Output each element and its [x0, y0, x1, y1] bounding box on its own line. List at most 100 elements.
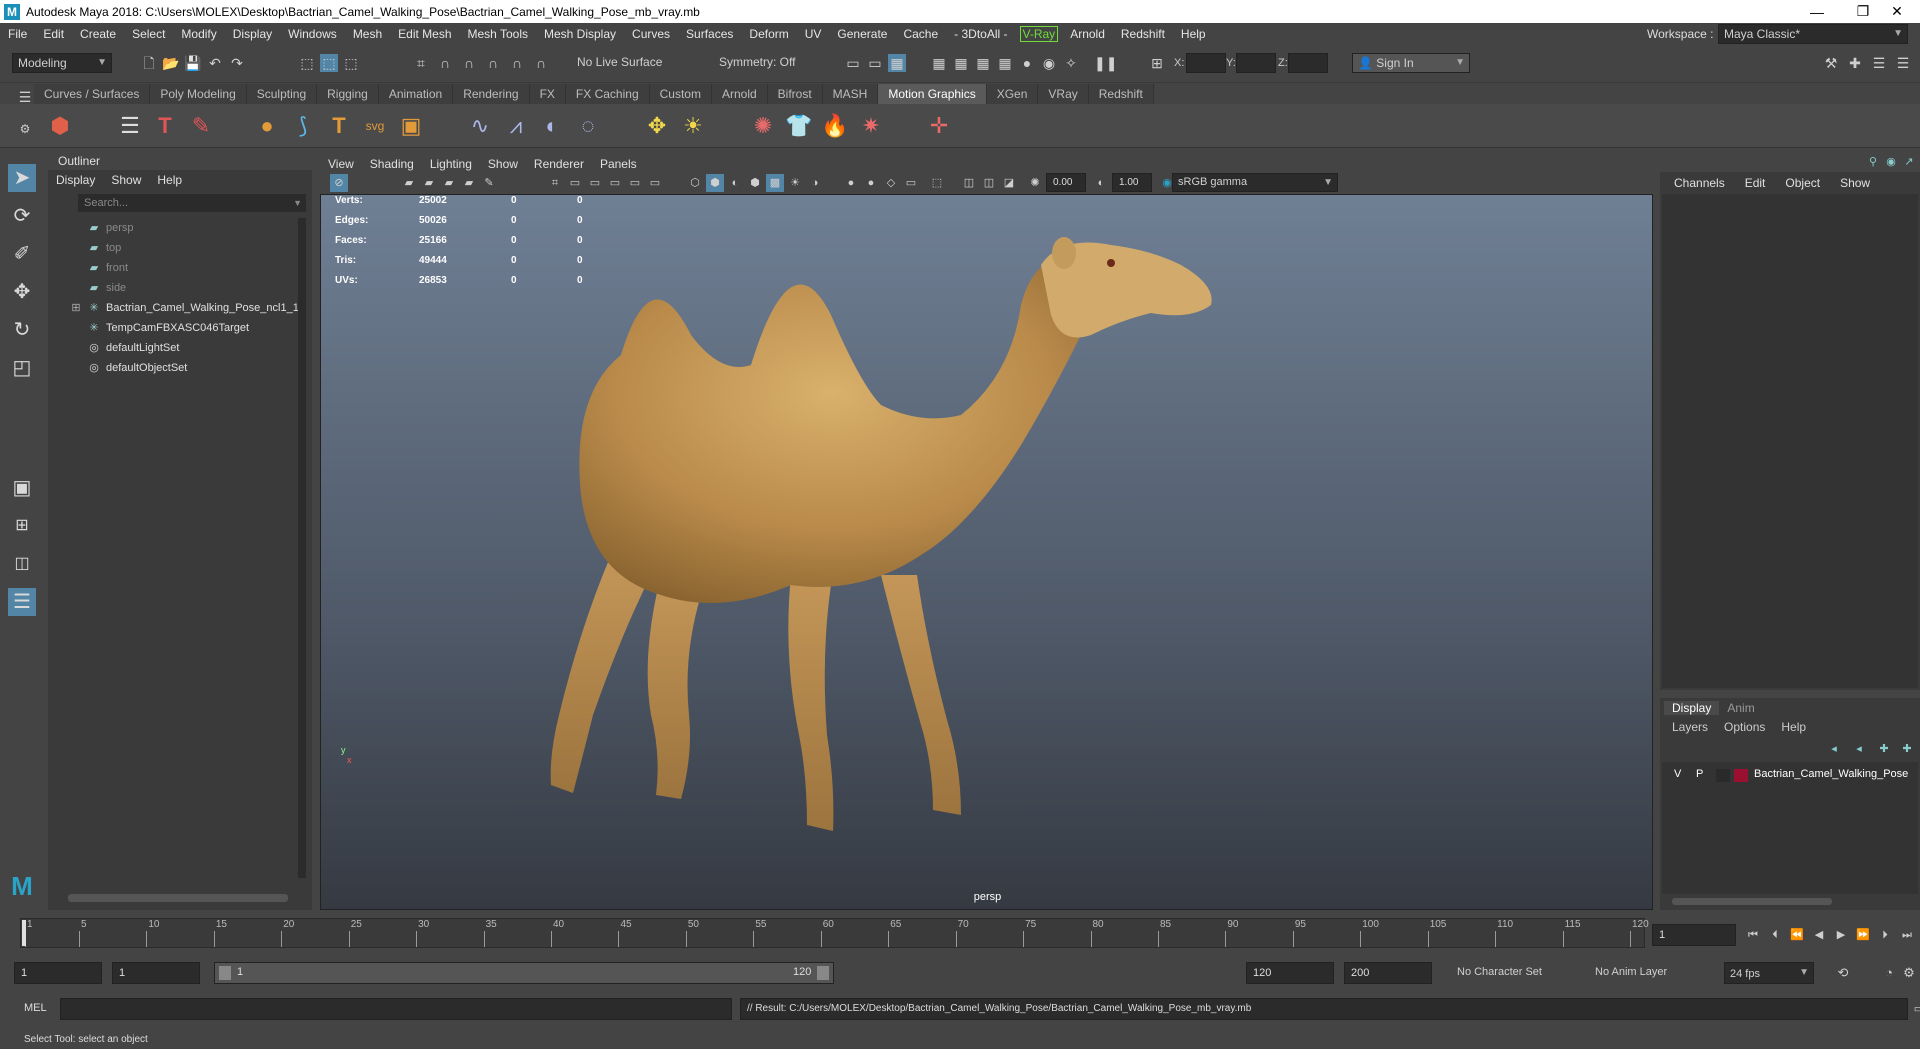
- shelf-tab-vray[interactable]: VRay: [1038, 84, 1089, 104]
- menu-generate[interactable]: Generate: [829, 27, 895, 41]
- outliner-menu-show[interactable]: Show: [111, 173, 141, 187]
- menu-redshift[interactable]: Redshift: [1113, 27, 1173, 41]
- motion-blur-icon[interactable]: ●: [862, 174, 880, 192]
- select-component-icon[interactable]: ⬚: [342, 54, 360, 72]
- range-end-handle[interactable]: [817, 966, 829, 980]
- shelf-tab-custom[interactable]: Custom: [649, 84, 712, 104]
- attribute-editor-icon[interactable]: ☰: [1870, 54, 1888, 72]
- type-icon[interactable]: T: [324, 111, 354, 141]
- menu-uv[interactable]: UV: [797, 27, 830, 41]
- xray-components-icon[interactable]: ◪: [1000, 174, 1018, 192]
- ipr-render-icon[interactable]: ▦: [974, 54, 992, 72]
- new-layer-icon[interactable]: ✚: [1875, 740, 1893, 758]
- fluid-icon[interactable]: 🔥: [820, 111, 850, 141]
- particles-icon[interactable]: ✺: [748, 111, 778, 141]
- isolate-select-icon[interactable]: ⬚: [928, 174, 946, 192]
- grease-pencil-icon[interactable]: ✎: [480, 174, 498, 192]
- play-forwards-icon[interactable]: ▶: [1832, 926, 1850, 944]
- outliner-item-persp[interactable]: ▰ persp: [86, 218, 134, 238]
- snap-point-icon[interactable]: ∩: [460, 54, 478, 72]
- shelf-tab-animation[interactable]: Animation: [378, 84, 454, 104]
- menu-cache[interactable]: Cache: [895, 27, 946, 41]
- animation-start-field[interactable]: 1: [14, 962, 102, 984]
- menu-modify[interactable]: Modify: [173, 27, 224, 41]
- x-coordinate-field[interactable]: [1186, 53, 1226, 73]
- shelf-settings-icon[interactable]: ⚙: [16, 120, 34, 138]
- shelf-tab-poly-modeling[interactable]: Poly Modeling: [150, 84, 247, 104]
- render-frame-icon[interactable]: ▦: [952, 54, 970, 72]
- layer-menu-options[interactable]: Options: [1724, 720, 1765, 734]
- outliner-layout-icon[interactable]: ☰: [8, 588, 36, 616]
- select-hierarchy-icon[interactable]: ⬚: [298, 54, 316, 72]
- anti-aliasing-icon[interactable]: ◇: [882, 174, 900, 192]
- lasso-tool-icon[interactable]: ⟳: [8, 202, 36, 230]
- shelf-tab-curves-surfaces[interactable]: Curves / Surfaces: [34, 84, 151, 104]
- outliner-item-side[interactable]: ▰ side: [86, 278, 126, 298]
- go-to-start-icon[interactable]: ⏮: [1744, 926, 1762, 944]
- wireframe-on-shaded-icon[interactable]: ⬢: [746, 174, 764, 192]
- mode-dropdown[interactable]: Modeling ▼: [12, 53, 112, 73]
- shelf-tab-rigging[interactable]: Rigging: [317, 84, 379, 104]
- single-pane-icon[interactable]: ▣: [8, 474, 36, 502]
- menu-edit[interactable]: Edit: [35, 27, 72, 41]
- channel-box-toggle-icon[interactable]: ⚲: [1864, 153, 1882, 171]
- attribute-toggle-icon[interactable]: ◉: [1882, 153, 1900, 171]
- range-start-handle[interactable]: [219, 966, 231, 980]
- go-to-end-icon[interactable]: ⏭: [1898, 926, 1916, 944]
- layer-horizontal-scrollbar[interactable]: [1672, 898, 1832, 905]
- step-forward-frame-icon[interactable]: ⏵: [1876, 926, 1894, 944]
- viewport-menu-show[interactable]: Show: [488, 157, 518, 171]
- layer-name[interactable]: Bactrian_Camel_Walking_Pose: [1754, 768, 1908, 780]
- mash-network-icon[interactable]: ⬢: [45, 111, 75, 141]
- snap-live-icon[interactable]: ∩: [532, 54, 550, 72]
- current-frame-field[interactable]: 1: [1652, 924, 1736, 946]
- command-input[interactable]: [60, 998, 732, 1020]
- channel-box-menu-edit[interactable]: Edit: [1745, 176, 1766, 190]
- bookmark-icon[interactable]: ▰: [420, 174, 438, 192]
- new-layer-selected-icon[interactable]: ✚: [1898, 740, 1916, 758]
- list-icon[interactable]: ☰: [115, 111, 145, 141]
- step-back-frame-icon[interactable]: ⏴: [1766, 926, 1784, 944]
- menu-help[interactable]: Help: [1173, 27, 1214, 41]
- layer-menu-help[interactable]: Help: [1781, 720, 1806, 734]
- menu-edit-mesh[interactable]: Edit Mesh: [390, 27, 459, 41]
- undo-icon[interactable]: ↶: [206, 54, 224, 72]
- render-settings-icon[interactable]: ▦: [996, 54, 1014, 72]
- type-tool-icon[interactable]: ✎: [186, 111, 216, 141]
- snap-surface-icon[interactable]: ∩: [508, 54, 526, 72]
- tool-settings-toggle-icon[interactable]: ↗: [1900, 153, 1918, 171]
- construction-history-icon[interactable]: ▭: [866, 54, 884, 72]
- layer-type-toggle[interactable]: [1716, 769, 1730, 782]
- live-surface-field[interactable]: No Live Surface: [572, 53, 668, 73]
- outliner-menu-display[interactable]: Display: [56, 173, 95, 187]
- outliner-item-default-light-set[interactable]: ◎ defaultLightSet: [86, 338, 179, 358]
- wireframe-icon[interactable]: ⬡: [686, 174, 704, 192]
- depth-of-field-icon[interactable]: ▭: [902, 174, 920, 192]
- shelf-tab-mash[interactable]: MASH: [822, 84, 879, 104]
- sign-in-button[interactable]: 👤 Sign In ▼: [1352, 53, 1470, 73]
- play-backwards-icon[interactable]: ◀: [1810, 926, 1828, 944]
- viewport-menu-shading[interactable]: Shading: [370, 157, 414, 171]
- move-layer-up-icon[interactable]: ◂: [1825, 740, 1843, 758]
- outliner-vertical-scrollbar[interactable]: [298, 218, 306, 878]
- viewport-menu-renderer[interactable]: Renderer: [534, 157, 584, 171]
- view-transform-dropdown[interactable]: sRGB gamma ▼: [1172, 173, 1338, 192]
- shelf-tab-rendering[interactable]: Rendering: [453, 84, 530, 104]
- menu-vray[interactable]: V-Ray: [1019, 26, 1059, 42]
- 2d-pan-icon[interactable]: ▰: [460, 174, 478, 192]
- two-pane-icon[interactable]: ◫: [8, 550, 36, 578]
- menu-deform[interactable]: Deform: [741, 27, 796, 41]
- use-lights-icon[interactable]: ☀: [786, 174, 804, 192]
- command-language-toggle[interactable]: MEL: [24, 1002, 47, 1014]
- menu-surfaces[interactable]: Surfaces: [678, 27, 741, 41]
- minimize-button[interactable]: —: [1794, 0, 1840, 23]
- character-controls-icon[interactable]: ✚: [1846, 54, 1864, 72]
- playback-start-field[interactable]: 1: [112, 962, 200, 984]
- snap-curve-icon[interactable]: ∩: [436, 54, 454, 72]
- viewport-menu-panels[interactable]: Panels: [600, 157, 637, 171]
- viewport-persp[interactable]: Verts: 25002 0 0 Edges: 50026 0 0 Faces: 25166 0…: [320, 194, 1653, 910]
- menu-arnold[interactable]: Arnold: [1062, 27, 1113, 41]
- time-ruler[interactable]: 1 5 10 15 20 25 30 35 40 45 50 55 60 65 70 75 80 85 90 95 10…: [20, 918, 1649, 948]
- scale-tool-icon[interactable]: ◰: [8, 354, 36, 382]
- four-pane-icon[interactable]: ⊞: [8, 512, 36, 540]
